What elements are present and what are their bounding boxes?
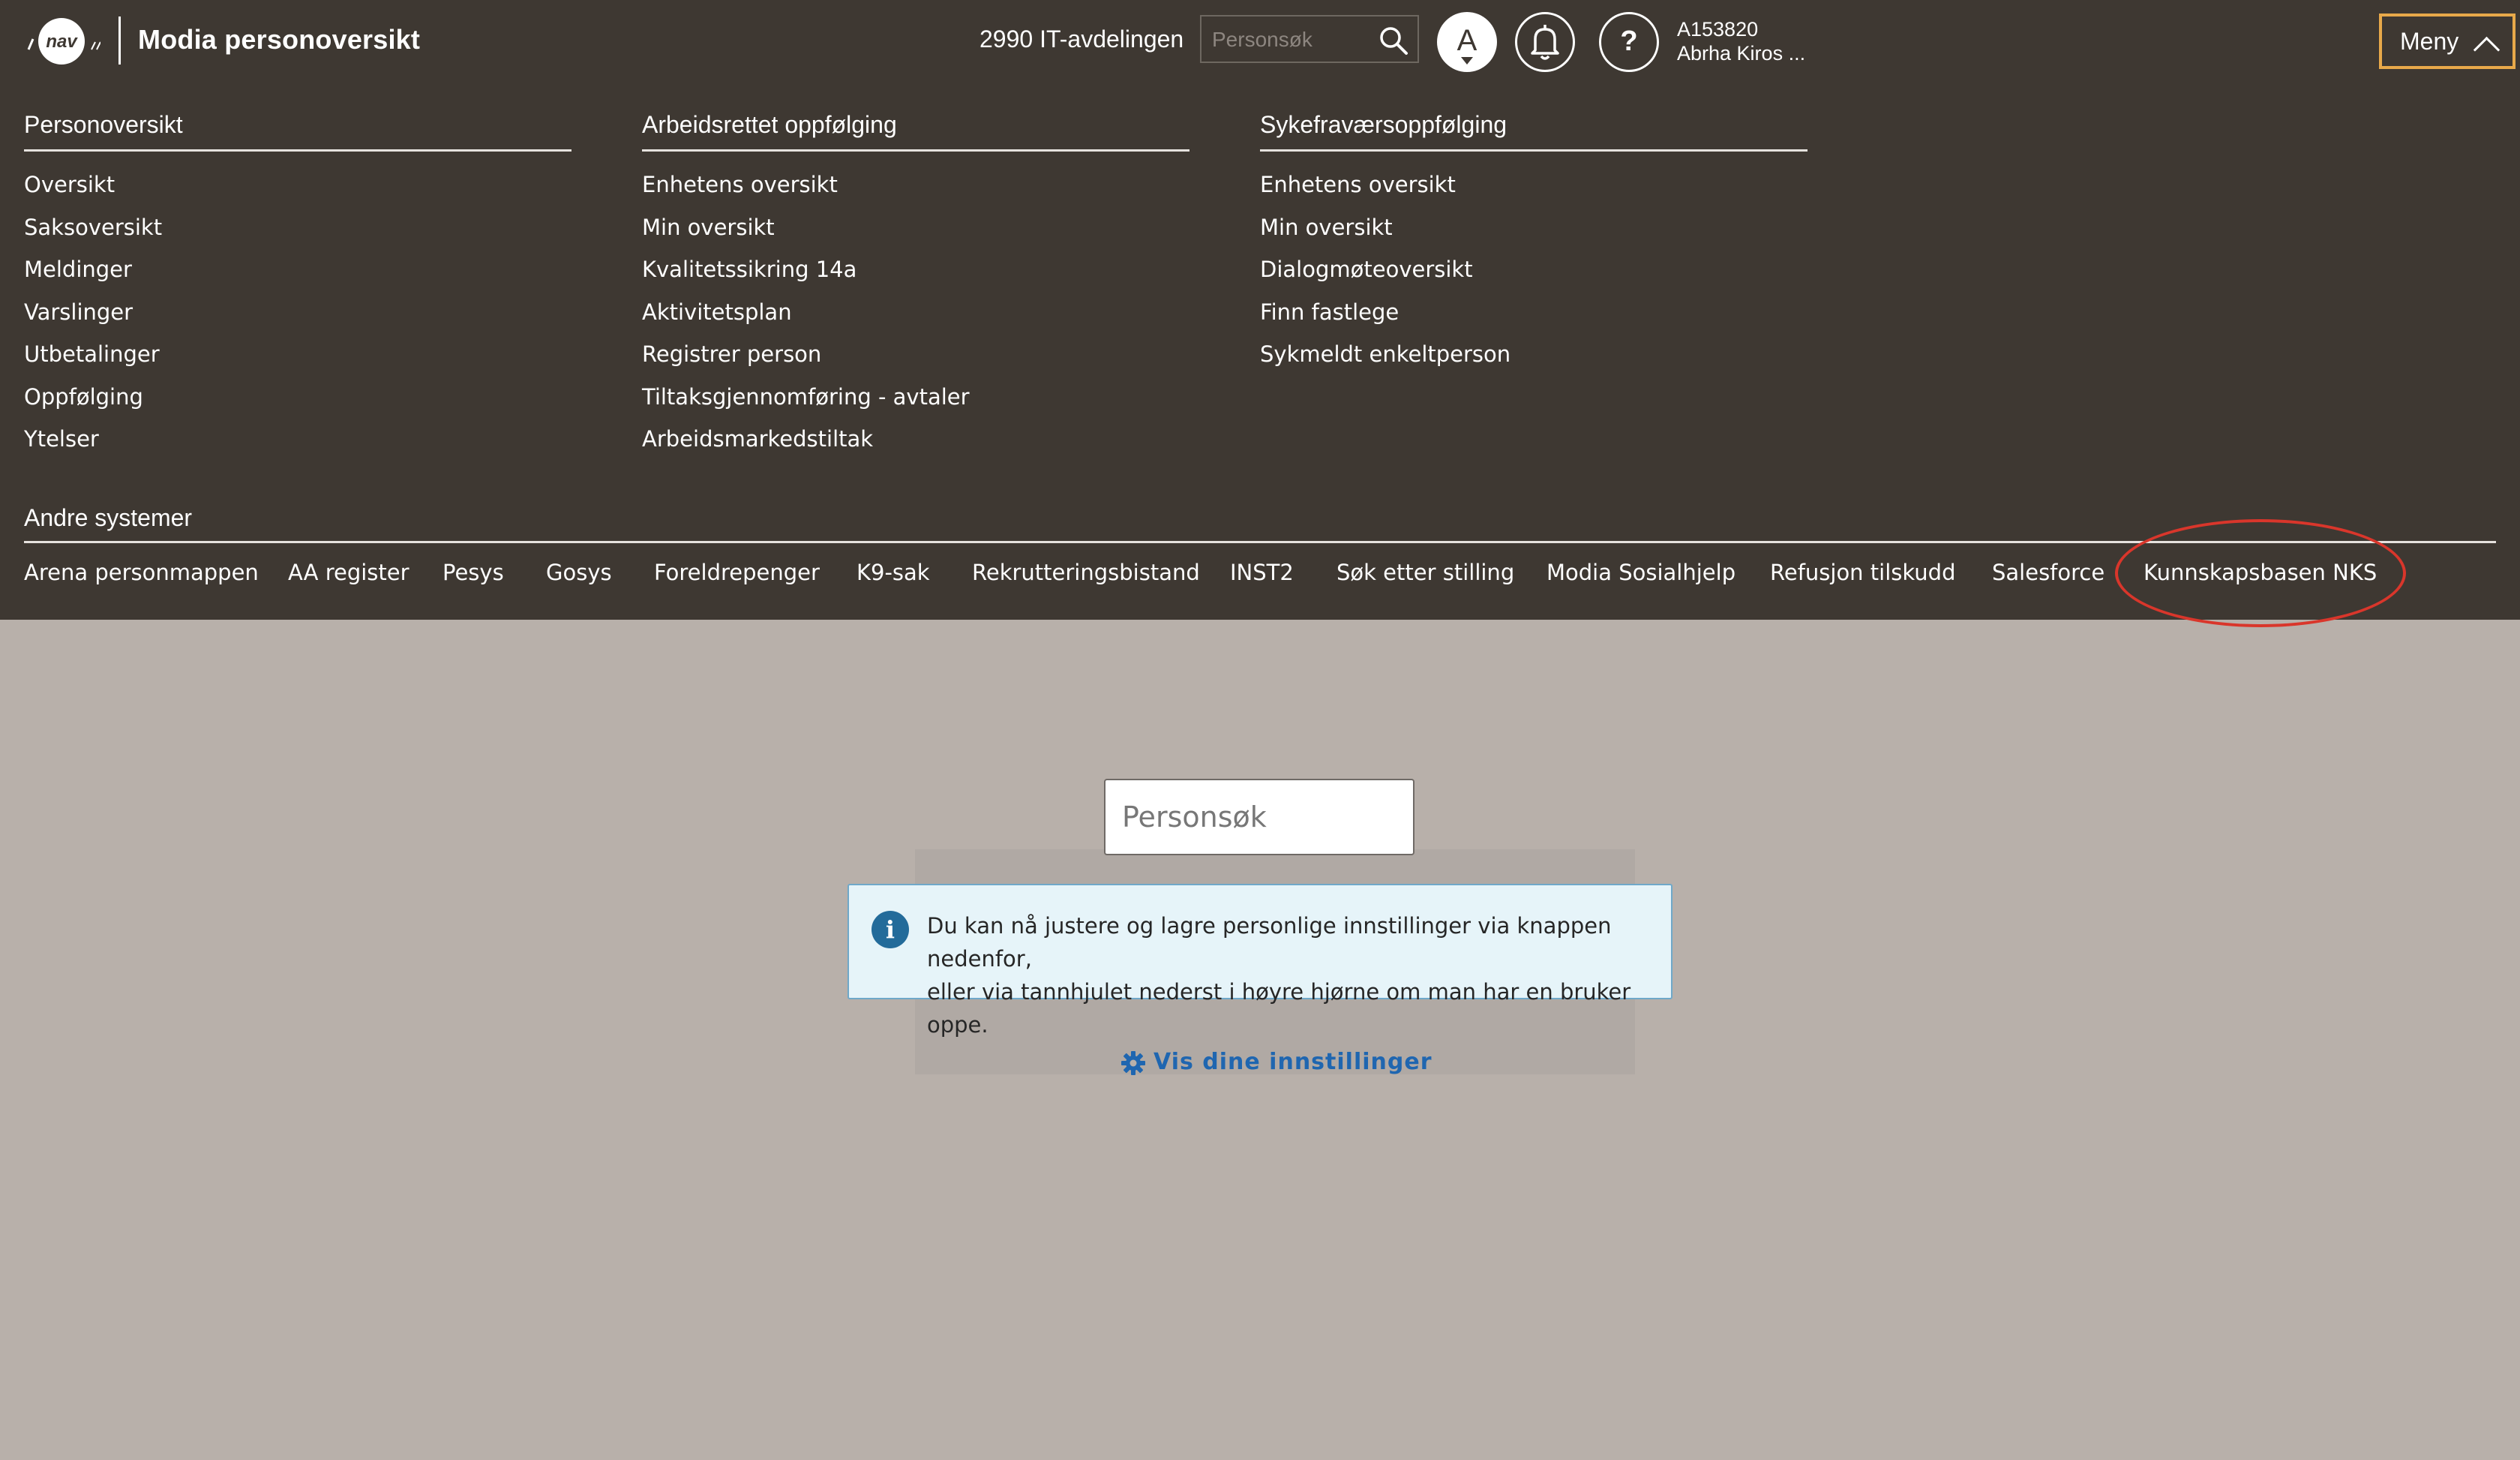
bell-icon bbox=[1531, 25, 1559, 60]
menu-link[interactable]: Aktivitetsplan bbox=[642, 297, 1190, 340]
system-link[interactable]: K9-sak bbox=[856, 560, 930, 585]
settings-link-label: Vis dine innstillinger bbox=[1154, 1049, 1432, 1075]
gear-icon bbox=[1121, 1050, 1145, 1075]
andre-systemer-section: Andre systemer Arena personmappen AA reg… bbox=[24, 504, 2496, 585]
menu-link[interactable]: Registrer person bbox=[642, 339, 1190, 382]
annotation-circle bbox=[2115, 519, 2406, 627]
info-message: Du kan nå justere og lagre personlige in… bbox=[927, 909, 1654, 1041]
settings-link[interactable]: Vis dine innstillinger bbox=[1120, 1049, 1432, 1076]
help-button[interactable]: ? bbox=[1599, 12, 1659, 72]
system-link[interactable]: Rekrutteringsbistand bbox=[972, 560, 1200, 585]
user-name: Abrha Kiros ... bbox=[1677, 42, 1806, 65]
menu-column-arbeidsrettet: Arbeidsrettet oppfølging Enhetens oversi… bbox=[642, 111, 1190, 467]
menu-link[interactable]: Sykmeldt enkeltperson bbox=[1260, 339, 1808, 382]
system-link[interactable]: Pesys bbox=[442, 560, 504, 585]
menu-link[interactable]: Enhetens oversikt bbox=[1260, 170, 1808, 212]
top-bar: nav Modia personoversikt 2990 IT-avdelin… bbox=[0, 0, 2520, 84]
notifications-button[interactable] bbox=[1515, 12, 1575, 72]
main-search-input[interactable] bbox=[1106, 780, 1413, 854]
menu-link[interactable]: Enhetens oversikt bbox=[642, 170, 1190, 212]
menu-panel: Personoversikt Oversikt Saksoversikt Mel… bbox=[0, 84, 2520, 620]
menu-link[interactable]: Arbeidsmarkedstiltak bbox=[642, 424, 1190, 467]
menu-link[interactable]: Oversikt bbox=[24, 170, 572, 212]
system-link[interactable]: Foreldrepenger bbox=[654, 560, 820, 585]
search-icon[interactable] bbox=[1377, 24, 1410, 57]
font-size-button[interactable]: A bbox=[1437, 12, 1497, 72]
menu-link[interactable]: Meldinger bbox=[24, 254, 572, 297]
menu-link[interactable]: Saksoversikt bbox=[24, 212, 572, 255]
menu-heading: Arbeidsrettet oppfølging bbox=[642, 111, 1190, 152]
menu-column-sykefravaer: Sykefraværsoppfølging Enhetens oversikt … bbox=[1260, 111, 1808, 382]
menu-link[interactable]: Min oversikt bbox=[642, 212, 1190, 255]
andre-systemer-heading: Andre systemer bbox=[24, 504, 2496, 543]
font-size-label: A bbox=[1456, 24, 1478, 57]
menu-link[interactable]: Varslinger bbox=[24, 297, 572, 340]
header-search-input[interactable] bbox=[1202, 17, 1378, 63]
menu-column-personoversikt: Personoversikt Oversikt Saksoversikt Mel… bbox=[24, 111, 572, 467]
nav-logo[interactable]: nav bbox=[26, 17, 101, 66]
info-line: eller via tannhjulet nederst i høyre hjø… bbox=[927, 979, 1631, 1038]
menu-link[interactable]: Tiltaksgjennomføring - avtaler bbox=[642, 382, 1190, 425]
question-icon: ? bbox=[1620, 26, 1638, 57]
main-search bbox=[1104, 779, 1414, 855]
menu-link[interactable]: Kvalitetssikring 14a bbox=[642, 254, 1190, 297]
info-alert: i Du kan nå justere og lagre personlige … bbox=[848, 884, 1672, 1038]
system-link[interactable]: Søk etter stilling bbox=[1336, 560, 1514, 585]
system-link[interactable]: Salesforce bbox=[1992, 560, 2104, 585]
info-icon: i bbox=[872, 911, 909, 948]
logo-divider bbox=[118, 17, 121, 65]
menu-link[interactable]: Min oversikt bbox=[1260, 212, 1808, 255]
system-link[interactable]: INST2 bbox=[1230, 560, 1294, 585]
menu-button-label: Meny bbox=[2400, 28, 2459, 55]
system-link[interactable]: Refusjon tilskudd bbox=[1770, 560, 1955, 585]
system-link[interactable]: Gosys bbox=[546, 560, 612, 585]
svg-text:nav: nav bbox=[46, 32, 78, 52]
menu-link[interactable]: Utbetalinger bbox=[24, 339, 572, 382]
menu-heading: Personoversikt bbox=[24, 111, 572, 152]
menu-link[interactable]: Oppfølging bbox=[24, 382, 572, 425]
header-search bbox=[1200, 15, 1419, 63]
system-link[interactable]: Arena personmappen bbox=[24, 560, 259, 585]
menu-link[interactable]: Finn fastlege bbox=[1260, 297, 1808, 340]
system-link[interactable]: Modia Sosialhjelp bbox=[1546, 560, 1736, 585]
chevron-up-icon bbox=[2473, 36, 2500, 64]
enhet-selector[interactable]: 2990 IT-avdelingen bbox=[980, 26, 1184, 53]
menu-heading: Sykefraværsoppfølging bbox=[1260, 111, 1808, 152]
menu-link[interactable]: Ytelser bbox=[24, 424, 572, 467]
user-id: A153820 bbox=[1677, 18, 1759, 41]
caret-down-icon bbox=[1461, 57, 1473, 65]
menu-button[interactable]: Meny bbox=[2379, 14, 2516, 69]
system-link[interactable]: AA register bbox=[288, 560, 410, 585]
menu-link[interactable]: Dialogmøteoversikt bbox=[1260, 254, 1808, 297]
app-title[interactable]: Modia personoversikt bbox=[138, 24, 420, 56]
info-line: Du kan nå justere og lagre personlige in… bbox=[927, 913, 1612, 972]
